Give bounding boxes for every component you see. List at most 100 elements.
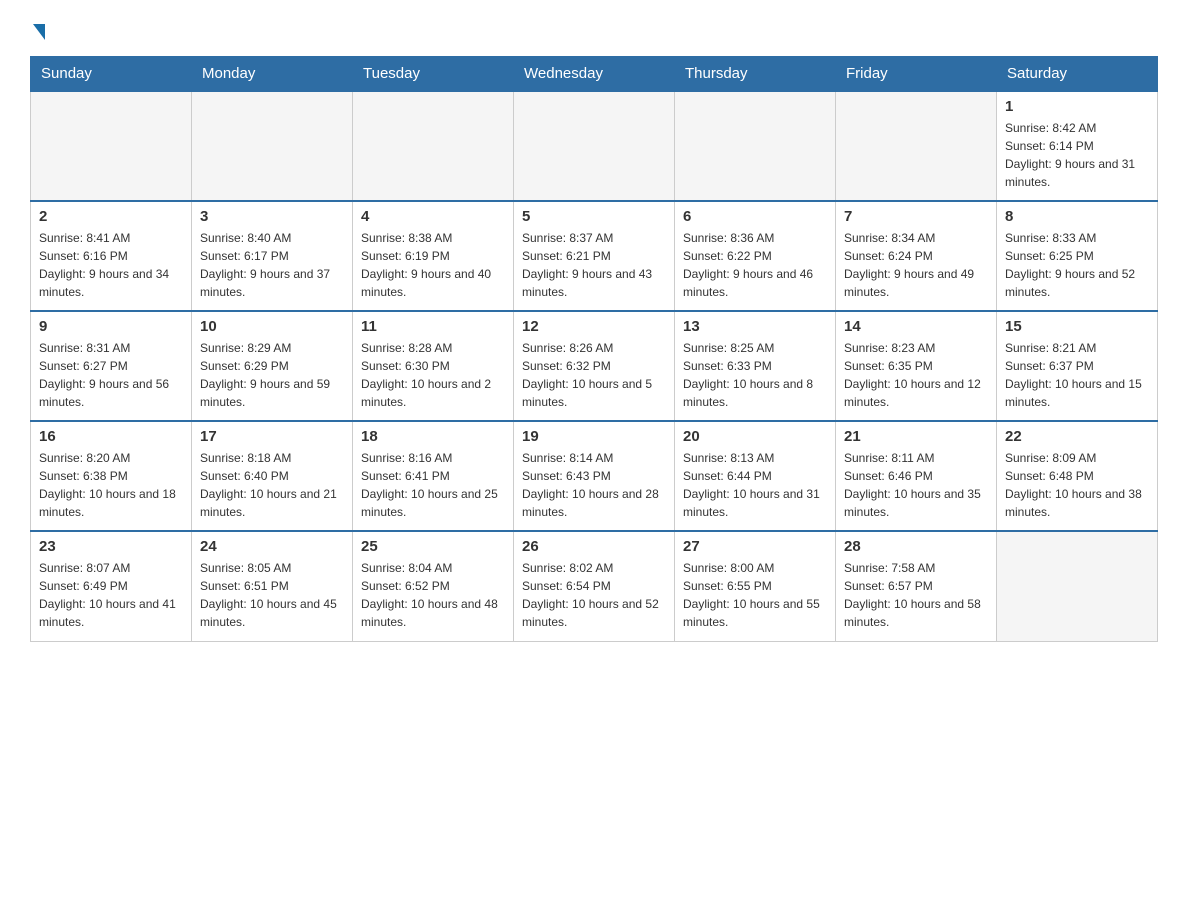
calendar-day-cell: 5Sunrise: 8:37 AM Sunset: 6:21 PM Daylig…	[514, 201, 675, 311]
calendar-week-row: 1 Sunrise: 8:42 AM Sunset: 6:14 PM Daylig…	[31, 91, 1158, 201]
day-info: Sunrise: 8:11 AM Sunset: 6:46 PM Dayligh…	[844, 449, 988, 521]
calendar-day-cell: 4Sunrise: 8:38 AM Sunset: 6:19 PM Daylig…	[353, 201, 514, 311]
day-number: 11	[361, 318, 505, 335]
day-info: Sunrise: 8:07 AM Sunset: 6:49 PM Dayligh…	[39, 559, 183, 631]
day-number: 5	[522, 208, 666, 225]
day-number: 9	[39, 318, 183, 335]
calendar-day-cell	[836, 91, 997, 201]
calendar-day-cell: 24 Sunrise: 8:05 AM Sunset: 6:51 PM Dayli…	[192, 531, 353, 641]
calendar-week-row: 16 Sunrise: 8:20 AM Sunset: 6:38 PM Dayli…	[31, 421, 1158, 531]
day-info: Sunrise: 8:13 AM Sunset: 6:44 PM Dayligh…	[683, 449, 827, 521]
day-info: Sunrise: 7:58 AM Sunset: 6:57 PM Dayligh…	[844, 559, 988, 631]
day-info: Sunrise: 8:00 AM Sunset: 6:55 PM Dayligh…	[683, 559, 827, 631]
calendar-day-cell: 27 Sunrise: 8:00 AM Sunset: 6:55 PM Dayli…	[675, 531, 836, 641]
day-number: 14	[844, 318, 988, 335]
calendar-day-cell: 3 Sunrise: 8:40 AM Sunset: 6:17 PM Daylig…	[192, 201, 353, 311]
day-number: 26	[522, 538, 666, 555]
calendar-day-cell: 1 Sunrise: 8:42 AM Sunset: 6:14 PM Daylig…	[997, 91, 1158, 201]
day-number: 12	[522, 318, 666, 335]
day-info: Sunrise: 8:25 AM Sunset: 6:33 PM Dayligh…	[683, 339, 827, 411]
day-number: 8	[1005, 208, 1149, 225]
day-info: Sunrise: 8:02 AM Sunset: 6:54 PM Dayligh…	[522, 559, 666, 631]
calendar-day-cell: 26 Sunrise: 8:02 AM Sunset: 6:54 PM Dayli…	[514, 531, 675, 641]
day-number: 28	[844, 538, 988, 555]
day-number: 2	[39, 208, 183, 225]
day-number: 18	[361, 428, 505, 445]
day-number: 24	[200, 538, 344, 555]
calendar-week-row: 9 Sunrise: 8:31 AM Sunset: 6:27 PM Daylig…	[31, 311, 1158, 421]
day-number: 22	[1005, 428, 1149, 445]
day-number: 21	[844, 428, 988, 445]
day-info: Sunrise: 8:04 AM Sunset: 6:52 PM Dayligh…	[361, 559, 505, 631]
calendar-day-cell: 6Sunrise: 8:36 AM Sunset: 6:22 PM Daylig…	[675, 201, 836, 311]
calendar-day-cell: 28 Sunrise: 7:58 AM Sunset: 6:57 PM Dayli…	[836, 531, 997, 641]
calendar-day-cell	[353, 91, 514, 201]
calendar-day-cell: 18Sunrise: 8:16 AM Sunset: 6:41 PM Dayli…	[353, 421, 514, 531]
weekday-header: Saturday	[997, 57, 1158, 92]
day-info: Sunrise: 8:20 AM Sunset: 6:38 PM Dayligh…	[39, 449, 183, 521]
day-info: Sunrise: 8:34 AM Sunset: 6:24 PM Dayligh…	[844, 229, 988, 301]
weekday-header: Sunday	[31, 57, 192, 92]
day-info: Sunrise: 8:23 AM Sunset: 6:35 PM Dayligh…	[844, 339, 988, 411]
calendar-day-cell: 2 Sunrise: 8:41 AM Sunset: 6:16 PM Daylig…	[31, 201, 192, 311]
calendar-day-cell	[31, 91, 192, 201]
day-info: Sunrise: 8:18 AM Sunset: 6:40 PM Dayligh…	[200, 449, 344, 521]
calendar-day-cell: 10 Sunrise: 8:29 AM Sunset: 6:29 PM Dayli…	[192, 311, 353, 421]
day-number: 25	[361, 538, 505, 555]
weekday-header: Friday	[836, 57, 997, 92]
day-number: 1	[1005, 98, 1149, 115]
day-info: Sunrise: 8:28 AM Sunset: 6:30 PM Dayligh…	[361, 339, 505, 411]
calendar-day-cell: 15 Sunrise: 8:21 AM Sunset: 6:37 PM Dayli…	[997, 311, 1158, 421]
calendar-day-cell: 17 Sunrise: 8:18 AM Sunset: 6:40 PM Dayli…	[192, 421, 353, 531]
day-info: Sunrise: 8:29 AM Sunset: 6:29 PM Dayligh…	[200, 339, 344, 411]
logo	[30, 20, 45, 40]
calendar-day-cell: 9 Sunrise: 8:31 AM Sunset: 6:27 PM Daylig…	[31, 311, 192, 421]
weekday-header: Monday	[192, 57, 353, 92]
day-info: Sunrise: 8:09 AM Sunset: 6:48 PM Dayligh…	[1005, 449, 1149, 521]
calendar-day-cell	[675, 91, 836, 201]
calendar-day-cell: 22 Sunrise: 8:09 AM Sunset: 6:48 PM Dayli…	[997, 421, 1158, 531]
day-number: 7	[844, 208, 988, 225]
calendar-day-cell: 16 Sunrise: 8:20 AM Sunset: 6:38 PM Dayli…	[31, 421, 192, 531]
calendar-day-cell: 11 Sunrise: 8:28 AM Sunset: 6:30 PM Dayli…	[353, 311, 514, 421]
calendar-week-row: 2 Sunrise: 8:41 AM Sunset: 6:16 PM Daylig…	[31, 201, 1158, 311]
calendar-day-cell: 19 Sunrise: 8:14 AM Sunset: 6:43 PM Dayli…	[514, 421, 675, 531]
day-number: 10	[200, 318, 344, 335]
calendar-day-cell	[997, 531, 1158, 641]
day-info: Sunrise: 8:42 AM Sunset: 6:14 PM Dayligh…	[1005, 119, 1149, 191]
calendar-day-cell: 13Sunrise: 8:25 AM Sunset: 6:33 PM Dayli…	[675, 311, 836, 421]
day-number: 3	[200, 208, 344, 225]
calendar-day-cell: 8 Sunrise: 8:33 AM Sunset: 6:25 PM Daylig…	[997, 201, 1158, 311]
calendar-day-cell	[192, 91, 353, 201]
day-number: 16	[39, 428, 183, 445]
logo-arrow-icon	[33, 24, 45, 40]
weekday-header: Thursday	[675, 57, 836, 92]
day-number: 20	[683, 428, 827, 445]
calendar-day-cell: 23Sunrise: 8:07 AM Sunset: 6:49 PM Dayli…	[31, 531, 192, 641]
day-number: 27	[683, 538, 827, 555]
day-info: Sunrise: 8:26 AM Sunset: 6:32 PM Dayligh…	[522, 339, 666, 411]
day-info: Sunrise: 8:41 AM Sunset: 6:16 PM Dayligh…	[39, 229, 183, 301]
day-number: 19	[522, 428, 666, 445]
calendar-day-cell: 21 Sunrise: 8:11 AM Sunset: 6:46 PM Dayli…	[836, 421, 997, 531]
day-info: Sunrise: 8:05 AM Sunset: 6:51 PM Dayligh…	[200, 559, 344, 631]
day-info: Sunrise: 8:33 AM Sunset: 6:25 PM Dayligh…	[1005, 229, 1149, 301]
calendar-day-cell: 12 Sunrise: 8:26 AM Sunset: 6:32 PM Dayli…	[514, 311, 675, 421]
weekday-header: Tuesday	[353, 57, 514, 92]
calendar-week-row: 23Sunrise: 8:07 AM Sunset: 6:49 PM Dayli…	[31, 531, 1158, 641]
calendar-day-cell: 14 Sunrise: 8:23 AM Sunset: 6:35 PM Dayli…	[836, 311, 997, 421]
calendar-header-row: SundayMondayTuesdayWednesdayThursdayFrid…	[31, 57, 1158, 92]
day-number: 6	[683, 208, 827, 225]
day-info: Sunrise: 8:14 AM Sunset: 6:43 PM Dayligh…	[522, 449, 666, 521]
day-info: Sunrise: 8:40 AM Sunset: 6:17 PM Dayligh…	[200, 229, 344, 301]
day-number: 4	[361, 208, 505, 225]
calendar-day-cell: 20 Sunrise: 8:13 AM Sunset: 6:44 PM Dayli…	[675, 421, 836, 531]
day-info: Sunrise: 8:21 AM Sunset: 6:37 PM Dayligh…	[1005, 339, 1149, 411]
calendar-day-cell: 25 Sunrise: 8:04 AM Sunset: 6:52 PM Dayli…	[353, 531, 514, 641]
day-number: 15	[1005, 318, 1149, 335]
calendar-table: SundayMondayTuesdayWednesdayThursdayFrid…	[30, 56, 1158, 642]
calendar-day-cell: 7 Sunrise: 8:34 AM Sunset: 6:24 PM Daylig…	[836, 201, 997, 311]
day-number: 17	[200, 428, 344, 445]
day-info: Sunrise: 8:31 AM Sunset: 6:27 PM Dayligh…	[39, 339, 183, 411]
page-header	[30, 20, 1158, 40]
